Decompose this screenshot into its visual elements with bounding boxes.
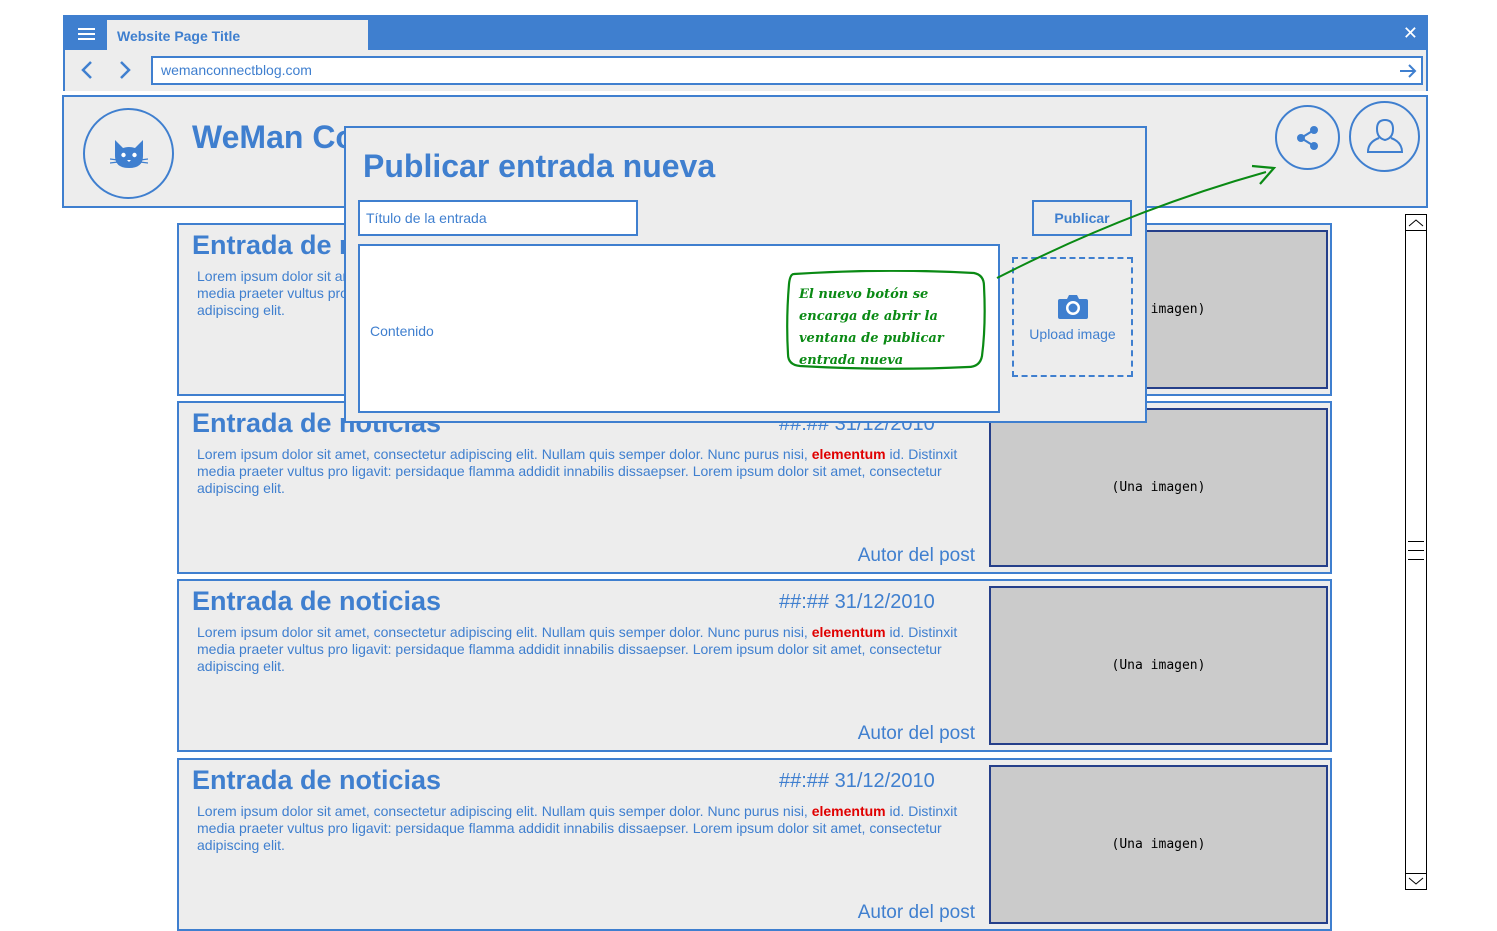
chevron-left-icon[interactable] xyxy=(76,58,100,82)
post-excerpt: Lorem ipsum dolor sit amet, consectetur … xyxy=(197,446,977,497)
user-icon xyxy=(1366,118,1403,153)
dialog-title: Publicar entrada nueva xyxy=(363,148,716,184)
excerpt-text: Lorem ipsum dolor sit amet, consectetur … xyxy=(197,624,812,640)
post-title[interactable]: Entrada de noticias xyxy=(192,586,441,617)
share-button[interactable] xyxy=(1275,105,1340,170)
arrow-right-icon[interactable] xyxy=(1397,60,1419,82)
post-image: (Una imagen) xyxy=(989,586,1328,745)
upload-label: Upload image xyxy=(1029,326,1116,342)
news-post[interactable]: Entrada de noticias ##:## 31/12/2010 Lorem… xyxy=(177,579,1332,752)
post-image: (Una imagen) xyxy=(989,408,1328,567)
excerpt-text: Lorem ipsum dolor sit amet, consectetur … xyxy=(197,803,812,819)
excerpt-highlight: elementum xyxy=(811,624,886,640)
image-placeholder-label: (Una imagen) xyxy=(1111,480,1206,495)
tab-active[interactable]: Website Page Title xyxy=(107,20,368,50)
browser-window: Website Page Title ✕ wemanconnectblog.co… xyxy=(63,15,1428,91)
url-text: wemanconnectblog.com xyxy=(161,62,312,78)
news-post[interactable]: Entrada de noticias##:## 31/12/2010Lorem… xyxy=(177,401,1332,574)
image-placeholder-label: (Una imagen) xyxy=(1111,658,1206,673)
annotation-note: El nuevo botón se encarga de abrir la ve… xyxy=(799,287,944,368)
camera-icon xyxy=(1057,295,1088,319)
scroll-up-icon[interactable] xyxy=(1406,215,1426,231)
post-author[interactable]: Autor del post xyxy=(858,545,975,567)
post-timestamp: ##:## 31/12/2010 xyxy=(779,591,935,613)
excerpt-text: Lorem ipsum dolor sit amet, consectetur … xyxy=(197,446,812,462)
upload-image-button[interactable]: Upload image xyxy=(1012,257,1133,377)
post-excerpt: Lorem ipsum dolor sit amet, consectetur … xyxy=(197,624,977,675)
post-author[interactable]: Autor del post xyxy=(858,902,975,924)
close-icon[interactable]: ✕ xyxy=(1403,23,1418,43)
image-placeholder-label: (Una imagen) xyxy=(1111,837,1206,852)
address-bar: wemanconnectblog.com xyxy=(65,50,1426,91)
share-icon xyxy=(1296,125,1318,150)
scroll-down-icon[interactable] xyxy=(1406,873,1426,889)
post-title-input[interactable] xyxy=(358,200,638,236)
cat-icon[interactable] xyxy=(83,108,174,199)
post-title[interactable]: Entrada de noticias xyxy=(192,765,441,796)
url-input[interactable]: wemanconnectblog.com xyxy=(151,56,1423,85)
publish-button[interactable]: Publicar xyxy=(1032,200,1132,236)
chevron-right-icon[interactable] xyxy=(112,58,136,82)
menu-icon[interactable] xyxy=(65,17,107,50)
excerpt-highlight: elementum xyxy=(811,446,886,462)
scrollbar[interactable] xyxy=(1405,214,1427,890)
post-author[interactable]: Autor del post xyxy=(858,723,975,745)
excerpt-highlight: elementum xyxy=(811,803,886,819)
scroll-thumb[interactable] xyxy=(1408,541,1424,565)
post-timestamp: ##:## 31/12/2010 xyxy=(779,770,935,792)
news-post[interactable]: Entrada de noticias ##:## 31/12/2010 Lorem… xyxy=(177,758,1332,931)
post-excerpt: Lorem ipsum dolor sit amet, consectetur … xyxy=(197,803,977,854)
content-placeholder: Contenido xyxy=(370,323,434,339)
user-button[interactable] xyxy=(1349,101,1420,172)
tab-bar: Website Page Title ✕ xyxy=(65,17,1426,50)
new-post-dialog: Publicar entrada nueva Publicar Contenid… xyxy=(344,126,1147,423)
post-image: (Una imagen) xyxy=(989,765,1328,924)
